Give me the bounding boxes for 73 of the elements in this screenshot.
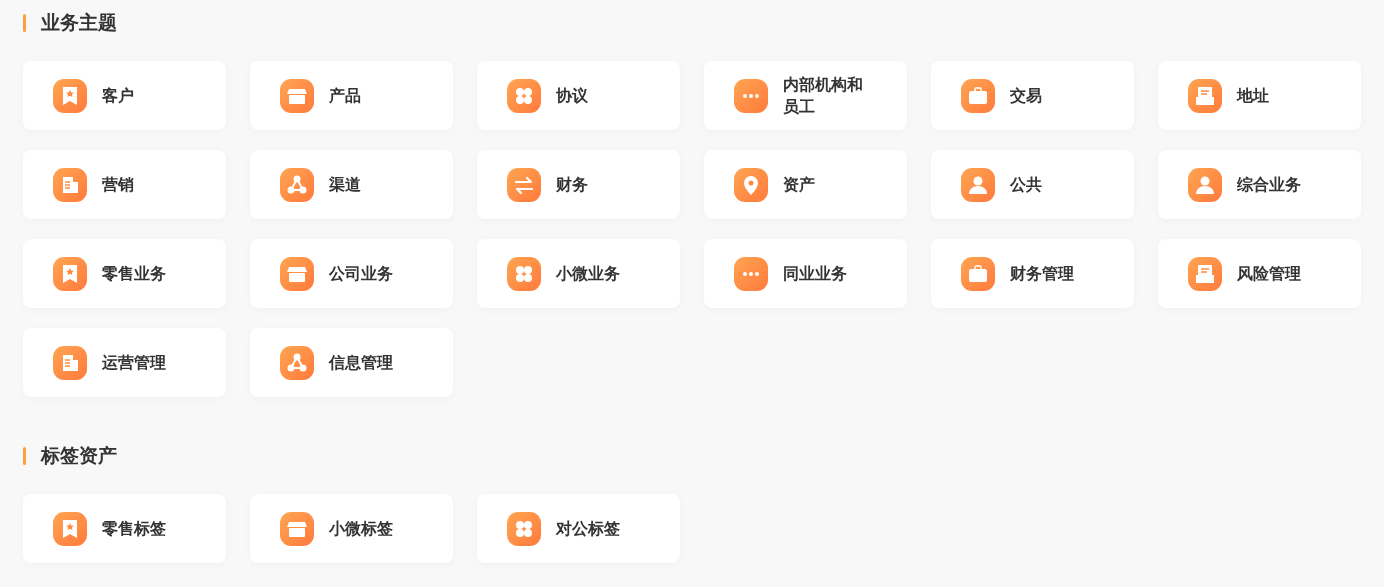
tray-icon [1188, 78, 1222, 113]
topic-card[interactable]: 营销 [23, 150, 226, 219]
grid-icon [507, 511, 541, 546]
topic-card[interactable]: 渠道 [250, 150, 453, 219]
topic-label: 小微标签 [329, 518, 393, 539]
dots-icon [734, 78, 768, 113]
accent-bar [23, 447, 26, 465]
topic-card[interactable]: 信息管理 [250, 328, 453, 397]
topic-card[interactable]: 财务管理 [931, 239, 1134, 308]
section-title: 业务主题 [41, 10, 117, 35]
topic-label: 对公标签 [556, 518, 620, 539]
location-pin-icon [734, 167, 768, 202]
topic-label: 公司业务 [329, 263, 393, 284]
topic-label: 内部机构和员工 [783, 74, 864, 117]
topic-label: 综合业务 [1237, 174, 1301, 195]
grid-icon [507, 78, 541, 113]
topic-label: 财务管理 [1010, 263, 1074, 284]
section-title: 标签资产 [41, 443, 117, 468]
dots-icon [734, 256, 768, 291]
topic-label: 同业业务 [783, 263, 847, 284]
topic-label: 产品 [329, 85, 361, 106]
topic-label: 风险管理 [1237, 263, 1301, 284]
topic-label: 交易 [1010, 85, 1042, 106]
accent-bar [23, 14, 26, 32]
bookmark-icon [53, 256, 87, 291]
topic-label: 财务 [556, 174, 588, 195]
store-icon [280, 256, 314, 291]
topic-card[interactable]: 小微业务 [477, 239, 680, 308]
topic-card[interactable]: 客户 [23, 61, 226, 130]
building-icon [53, 167, 87, 202]
topic-card[interactable]: 零售标签 [23, 494, 226, 563]
topic-label: 公共 [1010, 174, 1042, 195]
briefcase-icon [961, 78, 995, 113]
topic-label: 地址 [1237, 85, 1269, 106]
topic-label: 营销 [102, 174, 134, 195]
topic-card[interactable]: 内部机构和员工 [704, 61, 907, 130]
topic-label: 信息管理 [329, 352, 393, 373]
topic-card[interactable]: 小微标签 [250, 494, 453, 563]
topic-label: 协议 [556, 85, 588, 106]
topic-label: 小微业务 [556, 263, 620, 284]
topic-card[interactable]: 对公标签 [477, 494, 680, 563]
bookmark-icon [53, 78, 87, 113]
topic-card[interactable]: 零售业务 [23, 239, 226, 308]
grid-icon [507, 256, 541, 291]
person-icon [961, 167, 995, 202]
topic-card[interactable]: 公共 [931, 150, 1134, 219]
topic-card[interactable]: 产品 [250, 61, 453, 130]
store-icon [280, 78, 314, 113]
topic-card[interactable]: 地址 [1158, 61, 1361, 130]
bookmark-icon [53, 511, 87, 546]
topic-label: 客户 [102, 85, 134, 106]
topic-card[interactable]: 资产 [704, 150, 907, 219]
topic-card[interactable]: 综合业务 [1158, 150, 1361, 219]
topic-label: 运营管理 [102, 352, 166, 373]
swap-arrows-icon [507, 167, 541, 202]
topic-label: 零售标签 [102, 518, 166, 539]
topic-card[interactable]: 同业业务 [704, 239, 907, 308]
nodes-icon [280, 345, 314, 380]
topic-label: 资产 [783, 174, 815, 195]
store-icon [280, 511, 314, 546]
tray-icon [1188, 256, 1222, 291]
topic-card[interactable]: 协议 [477, 61, 680, 130]
building-icon [53, 345, 87, 380]
topic-label: 零售业务 [102, 263, 166, 284]
topic-card[interactable]: 财务 [477, 150, 680, 219]
person-icon [1188, 167, 1222, 202]
topic-card[interactable]: 公司业务 [250, 239, 453, 308]
topic-card[interactable]: 风险管理 [1158, 239, 1361, 308]
nodes-icon [280, 167, 314, 202]
briefcase-icon [961, 256, 995, 291]
topic-card[interactable]: 运营管理 [23, 328, 226, 397]
topic-label: 渠道 [329, 174, 361, 195]
topic-card[interactable]: 交易 [931, 61, 1134, 130]
